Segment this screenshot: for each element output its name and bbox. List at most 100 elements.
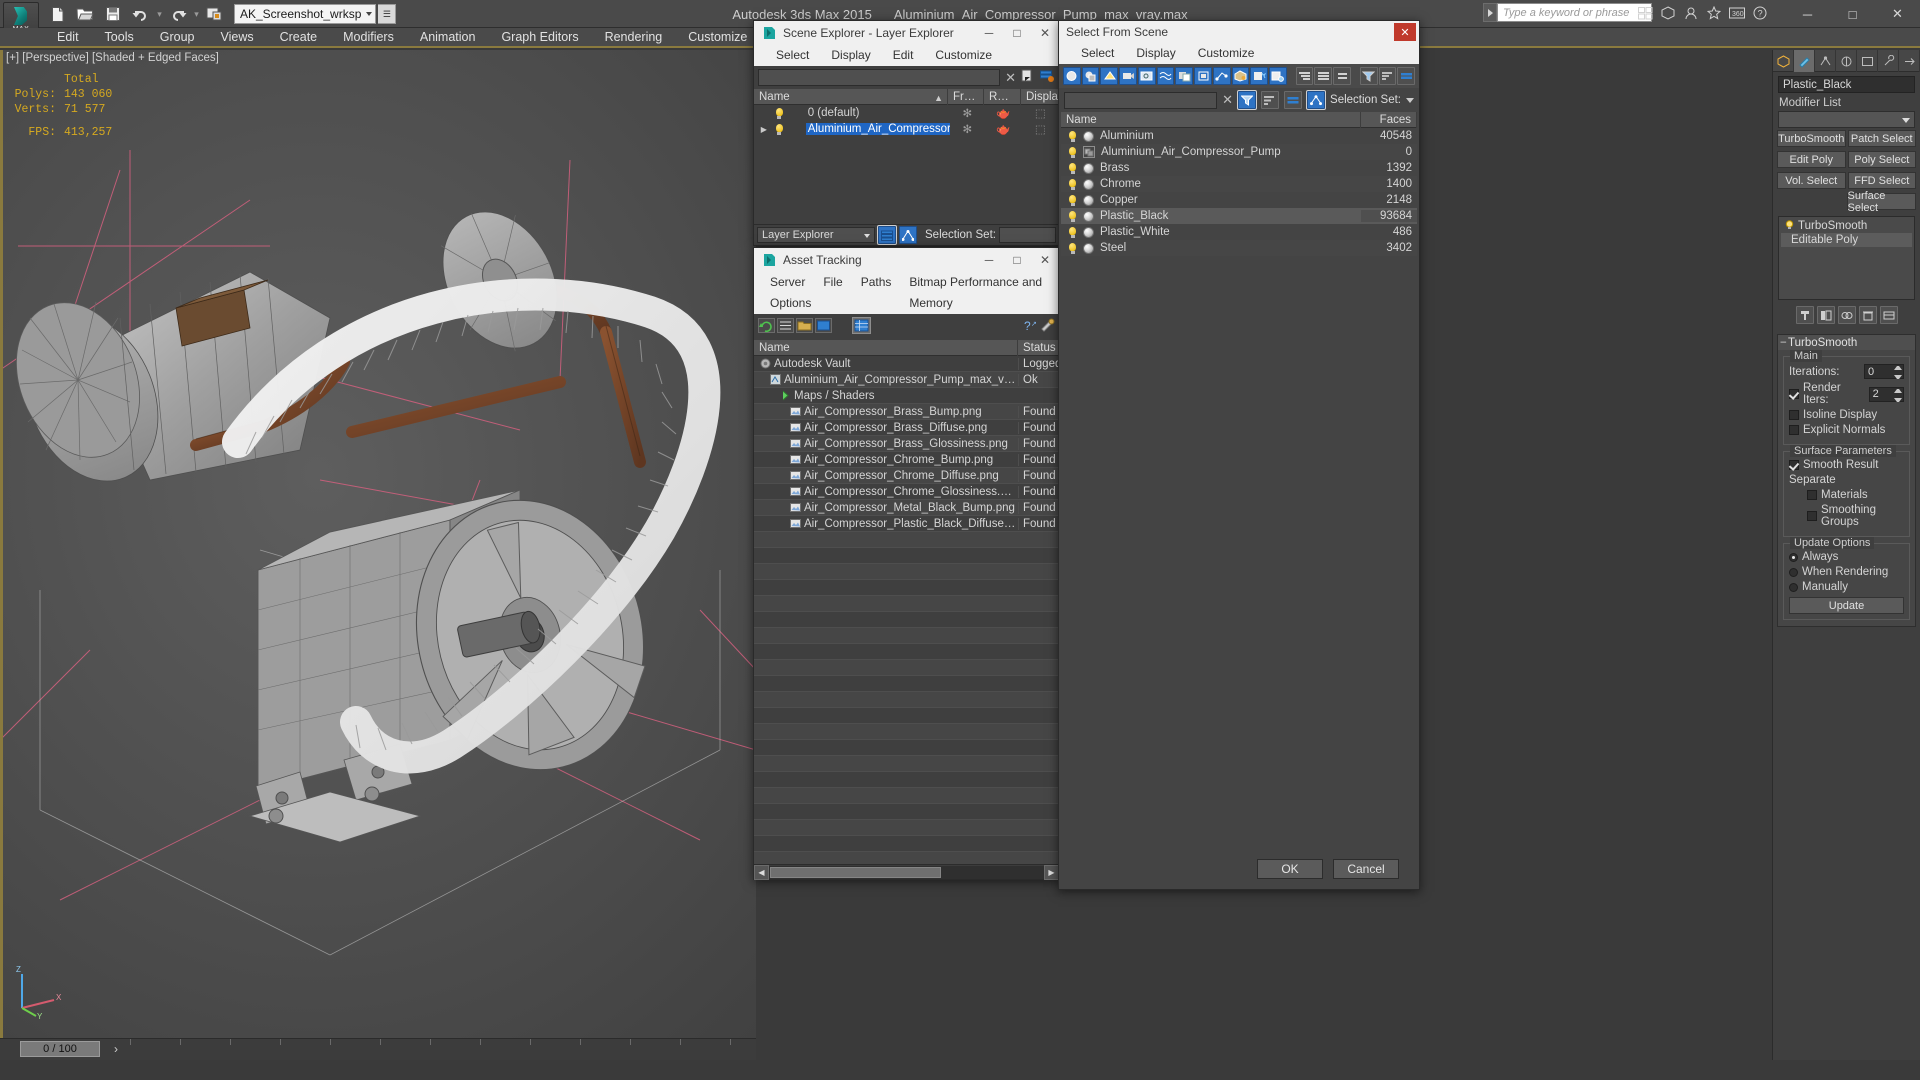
maximize-button[interactable]: □ bbox=[1830, 0, 1875, 28]
asset-tracking-minimize[interactable]: ─ bbox=[975, 248, 1003, 272]
stack-item-turbosmooth[interactable]: TurboSmooth bbox=[1781, 219, 1912, 233]
object-name[interactable]: Plastic_Black bbox=[1094, 210, 1361, 222]
table-row[interactable]: Air_Compressor_Plastic_Black_Diffuse.png… bbox=[754, 516, 1059, 532]
asset-col-name[interactable]: Name bbox=[754, 339, 1018, 356]
pin-stack-icon[interactable] bbox=[1795, 306, 1814, 324]
render-iters-spinner[interactable]: 2 bbox=[1868, 386, 1904, 402]
asset-tracking-window-controls[interactable]: ─ □ ✕ bbox=[975, 248, 1059, 272]
spinner-arrows-icon[interactable] bbox=[1894, 366, 1902, 379]
viewport-label[interactable]: [+] [Perspective] [Shaded + Edged Faces] bbox=[6, 52, 219, 64]
menu-item-rendering[interactable]: Rendering bbox=[592, 27, 676, 47]
update-when-rendering-field[interactable]: When Rendering bbox=[1789, 566, 1904, 578]
menu-item-views[interactable]: Views bbox=[207, 27, 266, 47]
modifier-button-row-3[interactable]: Vol. Select FFD Select bbox=[1773, 170, 1920, 191]
tab-motion[interactable] bbox=[1836, 50, 1857, 72]
select-from-scene-titlebar[interactable]: Select From Scene ✕ bbox=[1059, 21, 1419, 43]
filter-groups-icon[interactable] bbox=[1175, 67, 1194, 85]
sfs-layer-toggle-icon[interactable] bbox=[1284, 91, 1303, 109]
grid-icon[interactable] bbox=[1635, 3, 1655, 23]
search-expand-button[interactable] bbox=[1483, 3, 1497, 22]
scene-explorer-rows[interactable]: 0 (default) ✻ 🫖 ⬚ ▶ Aluminium_Air_Compre… bbox=[754, 105, 1059, 137]
filter-lights-icon[interactable] bbox=[1100, 67, 1119, 85]
modifier-stack[interactable]: TurboSmooth Editable Poly bbox=[1778, 216, 1915, 300]
table-row[interactable]: Air_Compressor_Brass_Glossiness.png Found bbox=[754, 436, 1059, 452]
smooth-result-field[interactable]: Smooth Result bbox=[1789, 459, 1904, 471]
table-row[interactable]: Autodesk Vault Logged bbox=[754, 356, 1059, 372]
object-visibility-icon[interactable] bbox=[1067, 210, 1078, 222]
configure-sets-icon[interactable] bbox=[1879, 306, 1898, 324]
render-iters-field[interactable]: Render Iters: 2 bbox=[1789, 382, 1904, 406]
project-folder-icon[interactable] bbox=[202, 2, 228, 26]
table-row[interactable]: ▶ Aluminium_Air_Compressor_Pump ✻ 🫖 ⬚ bbox=[754, 121, 1059, 137]
tab-modify[interactable] bbox=[1794, 50, 1815, 72]
undo-icon[interactable] bbox=[128, 2, 154, 26]
ok-button[interactable]: OK bbox=[1257, 859, 1323, 879]
table-row[interactable]: Air_Compressor_Chrome_Bump.png Found bbox=[754, 452, 1059, 468]
filter-particles-icon[interactable] bbox=[1250, 67, 1269, 85]
filter-all-icon[interactable] bbox=[1269, 67, 1287, 85]
materials-field[interactable]: Materials bbox=[1789, 489, 1904, 501]
asset-folder-icon[interactable] bbox=[796, 318, 813, 336]
asset-menu-bitmap[interactable]: Bitmap Performance and Memory bbox=[901, 272, 1059, 310]
table-row[interactable]: Aluminium_Air_Compressor_Pump_max_vray..… bbox=[754, 372, 1059, 388]
workspace-selector[interactable]: AK_Screenshot_wrksp bbox=[234, 4, 377, 24]
select-from-scene-menubar[interactable]: Select Display Customize bbox=[1059, 43, 1419, 64]
modifier-list-dropdown[interactable] bbox=[1778, 111, 1915, 128]
materials-checkbox[interactable] bbox=[1807, 490, 1817, 500]
select-from-scene-rows[interactable]: Aluminium 40548 Aluminium_Air_Compressor_P… bbox=[1061, 128, 1417, 256]
sort-ascending-icon[interactable]: ▲ bbox=[934, 90, 943, 105]
explicit-normals-checkbox[interactable] bbox=[1789, 425, 1799, 435]
object-name[interactable]: Steel bbox=[1094, 242, 1361, 254]
modifier-button-row-2[interactable]: Edit Poly Poly Select bbox=[1773, 149, 1920, 170]
table-row[interactable]: Air_Compressor_Chrome_Diffuse.png Found bbox=[754, 468, 1059, 484]
update-manually-field[interactable]: Manually bbox=[1789, 581, 1904, 593]
object-visibility-icon[interactable] bbox=[1067, 146, 1078, 158]
menu-item-create[interactable]: Create bbox=[267, 27, 331, 47]
scene-explorer-deletelayer-icon[interactable] bbox=[1040, 69, 1055, 86]
scene-explorer-window-controls[interactable]: ─ □ ✕ bbox=[975, 21, 1059, 45]
iterations-spinner[interactable]: 0 bbox=[1864, 364, 1904, 379]
lightbulb-icon[interactable] bbox=[1785, 219, 1794, 233]
sfs-filter-toggle-icon[interactable] bbox=[1237, 90, 1258, 110]
timeline-bar[interactable]: 0 / 100 › bbox=[0, 1038, 756, 1060]
sfs-hierarchy-toggle-icon[interactable] bbox=[1306, 90, 1327, 110]
window-controls[interactable]: ─ □ ✕ bbox=[1785, 0, 1920, 28]
filter-containers-icon[interactable] bbox=[1231, 67, 1250, 85]
render-cell-icon[interactable]: 🫖 bbox=[985, 122, 1021, 136]
table-row[interactable]: Aluminium 40548 bbox=[1061, 128, 1417, 144]
scene-explorer-close[interactable]: ✕ bbox=[1031, 21, 1059, 45]
scene-explorer-menu-select[interactable]: Select bbox=[766, 45, 819, 66]
object-name[interactable]: Brass bbox=[1094, 162, 1361, 174]
star-icon[interactable] bbox=[1704, 3, 1724, 23]
asset-tracking-close[interactable]: ✕ bbox=[1031, 248, 1059, 272]
asset-menu-file[interactable]: File bbox=[815, 272, 850, 293]
modifier-ffd-select-button[interactable]: FFD Select bbox=[1847, 172, 1916, 189]
new-file-icon[interactable] bbox=[44, 2, 70, 26]
minimize-button[interactable]: ─ bbox=[1785, 0, 1830, 28]
scene-explorer-col-freeze[interactable]: Fr… bbox=[948, 88, 984, 105]
modifier-vol-select-button[interactable]: Vol. Select bbox=[1777, 172, 1846, 189]
modifier-button-row-1[interactable]: TurboSmooth Patch Select bbox=[1773, 128, 1920, 149]
scene-explorer-menu-customize[interactable]: Customize bbox=[925, 45, 1002, 66]
scroll-right-button[interactable]: ▶ bbox=[1044, 864, 1059, 880]
smoothing-groups-checkbox[interactable] bbox=[1807, 511, 1817, 521]
scene-explorer-search-input[interactable] bbox=[758, 69, 1001, 86]
menu-item-tools[interactable]: Tools bbox=[92, 27, 147, 47]
update-always-radio[interactable] bbox=[1789, 552, 1798, 562]
filter-cameras-icon[interactable] bbox=[1119, 67, 1137, 85]
select-from-scene-search-row[interactable]: ✕ Selection Set: bbox=[1059, 88, 1419, 112]
layer-name[interactable]: Aluminium_Air_Compressor_Pump bbox=[805, 123, 950, 135]
isoline-display-field[interactable]: Isoline Display bbox=[1789, 409, 1904, 421]
menu-item-group[interactable]: Group bbox=[147, 27, 208, 47]
update-button[interactable]: Update bbox=[1789, 597, 1904, 614]
tab-create[interactable] bbox=[1773, 50, 1794, 72]
scroll-left-button[interactable]: ◀ bbox=[754, 864, 769, 880]
select-from-scene-window[interactable]: Select From Scene ✕ Select Display Custo… bbox=[1058, 20, 1420, 890]
sfs-sort-toggle-icon[interactable] bbox=[1261, 91, 1280, 109]
modifier-edit-poly-button[interactable]: Edit Poly bbox=[1777, 151, 1846, 168]
explicit-normals-field[interactable]: Explicit Normals bbox=[1789, 424, 1904, 436]
menu-item-graph-editors[interactable]: Graph Editors bbox=[488, 27, 591, 47]
asset-tracking-window[interactable]: Asset Tracking ─ □ ✕ Server File Paths B… bbox=[753, 247, 1060, 880]
select-from-scene-column-headers[interactable]: Name Faces bbox=[1061, 111, 1417, 128]
object-name[interactable]: Copper bbox=[1094, 194, 1361, 206]
